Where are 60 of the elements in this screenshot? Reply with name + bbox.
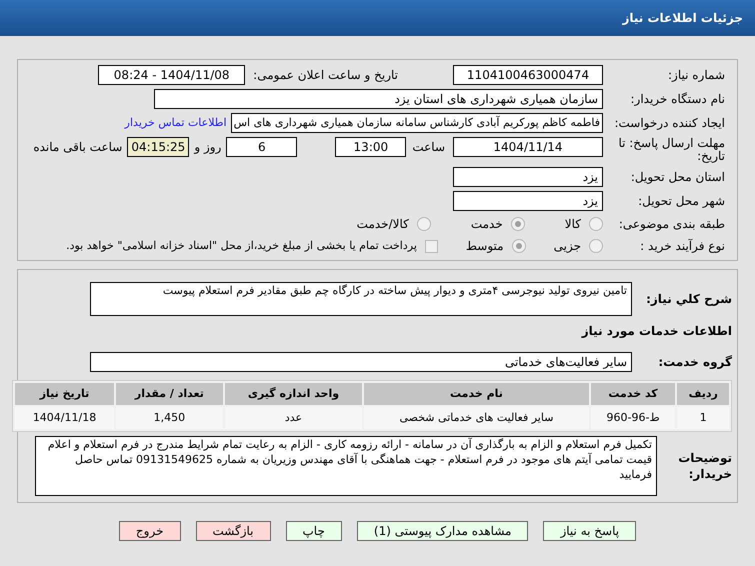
section-title: اطلاعات خدمات مورد نیاز [580,323,732,340]
field-label: نوع فرآیند خرید : [639,238,725,255]
action-button[interactable]: چاپ [286,521,342,541]
text-field[interactable]: سایر فعالیت‌های خدماتی [90,352,632,372]
radio-button[interactable] [416,217,431,231]
field-label: نام دستگاه خریدار: [630,91,725,108]
radio-button[interactable] [512,239,526,253]
table-cell: 1,450 [116,407,223,429]
contact-link[interactable]: اطلاعات تماس خریدار [124,114,227,132]
action-button[interactable]: بازگشت [196,521,270,541]
action-button[interactable]: خروج [118,521,180,541]
field-label: کالا [564,216,581,233]
field-label: جزیی [554,238,581,255]
radio-button[interactable] [589,217,603,231]
text-field[interactable]: یزد [453,167,603,187]
text-field[interactable]: 1404/11/14 [453,137,603,157]
text-field[interactable]: 1404/11/08 - 08:24 [98,65,246,85]
table-cell: 1 [677,407,729,429]
text-field[interactable]: سازمان همیاری شهرداری های استان یزد [154,89,603,109]
table-cell: سایر فعالیت های خدماتی شخصی [364,407,589,429]
field-label: خدمت [470,216,503,233]
field-label: متوسط [466,238,504,255]
field-label: طبقه بندی موضوعی: [618,216,725,233]
field-label: ایجاد کننده درخواست: [613,115,725,132]
action-button[interactable]: پاسخ به نیاز [543,521,636,541]
countdown-field: 04:15:25 [127,137,190,157]
column-header: کد خدمت [590,383,676,405]
text-field[interactable]: فاطمه کاظم پورکریم آبادی کارشناس سامانه سازمان همیاری شهرداری های اس [230,113,603,133]
field-label: ساعت باقی مانده [33,139,122,156]
notes-field[interactable]: تکمیل فرم استعلام و الزام به بارگذاری آن در سامانه - ارائه رزومه کاری - الزام به رعایت تمام شرایط مندرج در فرم استعلام و اعلام قیمت تمامی آیتم های موجود در فرم استعلام - جهت هماهنگی با آقای مهندس وزیریان به شماره 09131549625 تماس حاصل فرمایید [35,436,657,496]
field-label: ساعت [412,139,445,156]
field-label: مهلت ارسال پاسخ: تا تاریخ: [617,137,725,163]
field-label: گروه خدمت: [657,354,732,371]
table-cell: ط-96-960 [590,407,676,429]
field-label: شهر محل تحویل: [637,193,725,210]
checkbox[interactable] [424,240,438,252]
column-header: ردیف [677,383,729,405]
action-button[interactable]: مشاهده مدارک پیوستی (1) [356,521,528,541]
text-field[interactable]: 6 [226,137,298,157]
radio-button[interactable] [589,239,603,253]
field-label: روز و [194,139,222,156]
description-field[interactable]: تامین نیروی تولید نیوجرسی ۴متری و دیوار پیش ساخته در کارگاه چم طبق مقادیر فرم استعلام پیوست [90,282,632,316]
text-field[interactable]: 13:00 [335,137,406,157]
table-cell: 1404/11/18 [15,407,114,429]
page-title: جزئیات اطلاعات نیاز [622,10,743,27]
column-header: تاریخ نیاز [15,383,114,405]
field-label: شماره نیاز: [667,67,725,84]
field-label: شرح کلي نیاز: [645,291,732,308]
field-label: کالا/خدمت [356,216,409,233]
field-label: تاریخ و ساعت اعلان عمومی: [253,67,398,84]
column-header: نام خدمت [364,383,589,405]
text-field[interactable]: 1104100463000474 [453,65,603,85]
field-label: توضیحات خریدار: [677,450,732,482]
column-header: واحد اندازه گیری [224,383,362,405]
table-cell: عدد [224,407,362,429]
field-label: استان محل تحویل: [630,169,725,186]
column-header: تعداد / مقدار [116,383,223,405]
text-field[interactable]: یزد [453,191,603,211]
radio-button[interactable] [510,217,525,231]
field-label: پرداخت تمام یا بخشی از مبلغ خرید،از محل "اسناد خزانه اسلامی" خواهد بود. [66,238,417,254]
